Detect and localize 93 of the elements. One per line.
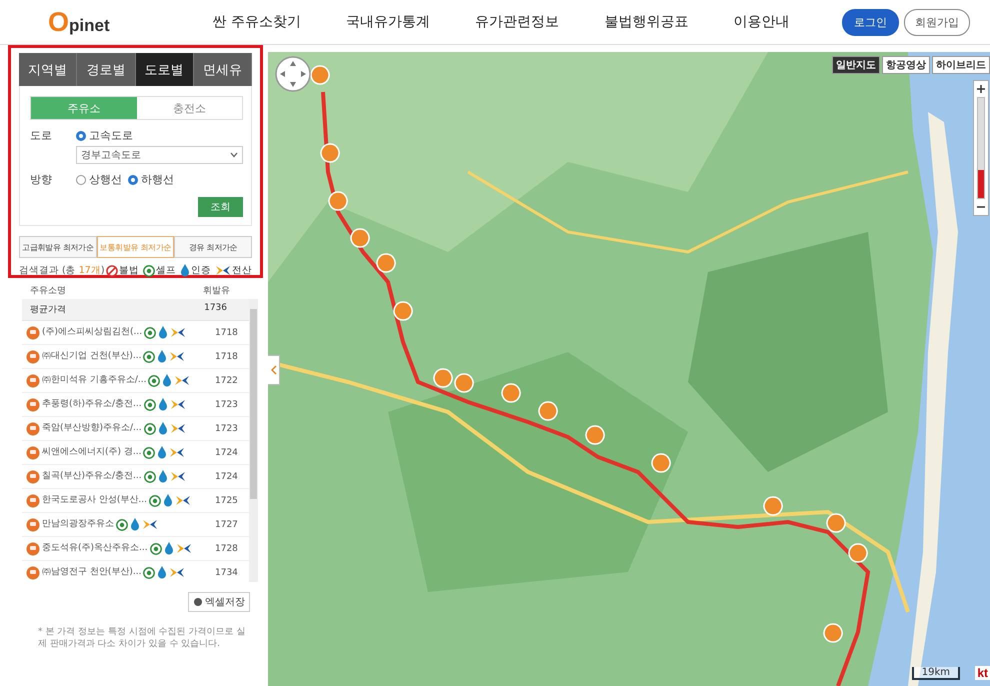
excel-save-button[interactable]: 엑셀저장 [188, 592, 250, 612]
station-row[interactable]: 한국도로공사 안성(부산... 1725 [22, 489, 249, 513]
station-logo-icon [26, 350, 40, 364]
station-row[interactable]: 죽암(부산방향)주유소/... 1723 [22, 417, 249, 441]
station-name: 중도석유(주)옥산주유소... [42, 542, 148, 555]
map-type-button[interactable]: 하이브리드 [932, 56, 990, 74]
map-type-button[interactable]: 일반지도 [832, 56, 880, 74]
station-row[interactable]: 씨앤에스에너지(주) 경... 1724 [22, 441, 249, 465]
station-logo-icon [26, 398, 40, 412]
station-name: 죽암(부산방향)주유소/... [42, 422, 142, 435]
station-row[interactable]: 추풍령(하)주유소/충전... 1723 [22, 393, 249, 417]
collapse-panel-button[interactable] [268, 355, 280, 385]
login-button[interactable]: 로그인 [842, 8, 899, 36]
station-row[interactable]: ㈜남영전구 천안(부산)... 1734 [22, 561, 249, 582]
column-header: 주유소명 [30, 285, 66, 297]
price-cell-text: 1723 [215, 424, 239, 434]
drop-icon [180, 264, 190, 277]
station-name: 추풍령(하)주유소/충전... [42, 398, 142, 411]
price-note: * 본 가격 정보는 특정 시점에 수집된 가격이므로 실제 판매가격과 다소 차이가 있을 수 있습니다. [38, 626, 246, 650]
price-cell-text: 1718 [215, 352, 239, 362]
station-row[interactable]: 만남의광장주유소 1727 [22, 513, 249, 537]
legend-label: 인증 [191, 264, 211, 277]
map-type-button[interactable]: 항공영상 [882, 56, 930, 74]
station-name: 씨앤에스에너지(주) 경... [42, 446, 142, 459]
station-name: (주)에스피씨상림김천(... [42, 326, 142, 339]
average-row: 평균가격 1736 [22, 299, 249, 321]
radio-button[interactable] [76, 130, 86, 140]
station-name: 한국도로공사 안성(부산... [42, 494, 147, 507]
chevron-down-icon [230, 152, 238, 158]
search-tab[interactable]: 면세유 [194, 53, 252, 86]
radio-label: 상행선 [89, 172, 122, 187]
price-cell-text: 1723 [215, 400, 239, 410]
scrollbar[interactable] [249, 299, 258, 582]
search-tab[interactable]: 경로별 [77, 53, 136, 86]
station-logo-icon [26, 326, 40, 340]
radio-button[interactable] [128, 174, 138, 184]
station-row[interactable]: (주)에스피씨상림김천(... 1718 [22, 321, 249, 345]
nav-link[interactable]: 이용안내 [733, 13, 790, 31]
fuel-sort-tab[interactable]: 경유 최저가순 [174, 236, 252, 258]
radio-label: 고속도로 [89, 128, 133, 143]
station-logo-icon [26, 470, 40, 484]
station-row[interactable]: ㈜한미석유 기흥주유소/... 1722 [22, 369, 249, 393]
price-cell-text: 1728 [215, 544, 239, 554]
price-cell-text: 1718 [215, 328, 239, 338]
search-tab[interactable]: 지역별 [19, 53, 78, 86]
signup-button[interactable]: 회원가입 [904, 8, 970, 36]
price-cell-text: 1727 [215, 520, 239, 530]
road-select[interactable]: 경부고속도로 [76, 146, 243, 164]
station-logo-icon [26, 518, 40, 532]
fuel-sort-tab[interactable]: 고급휘발유 최저가순 [19, 236, 97, 258]
price-cell-text: 1734 [215, 568, 239, 578]
station-row[interactable]: 칠곡(부산)주유소/충전... 1724 [22, 465, 249, 489]
search-tab[interactable]: 도로별 [136, 53, 194, 86]
direction-label: 방향 [30, 172, 53, 187]
column-header: 휘발유 [203, 285, 230, 297]
chevron-left-icon [270, 365, 276, 375]
price-cell-text: 1724 [215, 472, 239, 482]
station-row[interactable]: ㈜대신기업 건천(부산)... 1718 [22, 345, 249, 369]
self-service-icon [143, 264, 155, 276]
plus-icon [977, 85, 985, 93]
price-cell-text: 1725 [215, 496, 239, 506]
station-logo-icon [26, 494, 40, 508]
provider-logo: kt [975, 666, 990, 680]
pan-control-icon[interactable] [274, 55, 312, 93]
station-name: ㈜남영전구 천안(부산)... [42, 566, 142, 579]
station-name: 칠곡(부산)주유소/충전... [42, 470, 142, 483]
station-logo-icon [26, 542, 40, 556]
prohibited-icon [106, 264, 118, 276]
legend-label: 불법 [119, 264, 139, 277]
station-logo-icon [26, 374, 40, 388]
scale-bar: 19km [912, 667, 960, 680]
nav-link[interactable]: 싼 주유소찾기 [212, 13, 301, 31]
price-cell-text: 1722 [215, 376, 239, 386]
station-name: 만남의광장주유소 [42, 518, 114, 531]
price-cell-text: 1724 [215, 448, 239, 458]
station-row[interactable]: 중도석유(주)옥산주유소... 1728 [22, 537, 249, 561]
disk-icon [193, 597, 203, 607]
station-name: ㈜대신기업 건천(부산)... [42, 350, 142, 363]
legend-label: 전산 [232, 264, 252, 277]
station-logo-icon [26, 566, 40, 580]
station-logo-icon [26, 446, 40, 460]
result-count: 검색결과 (총 17개) [19, 264, 105, 277]
nav-link[interactable]: 국내유가통계 [346, 13, 430, 31]
nav-link[interactable]: 불법행위공표 [604, 13, 688, 31]
station-name: ㈜한미석유 기흥주유소/... [42, 374, 146, 387]
radio-label: 하행선 [141, 172, 174, 187]
road-label: 도로 [30, 128, 53, 143]
card-logo-icon [215, 265, 231, 276]
legend-label: 셀프 [156, 264, 176, 277]
nav-link[interactable]: 유가관련정보 [475, 13, 560, 31]
logo[interactable]: Opinet [0, 6, 130, 38]
station-logo-icon [26, 422, 40, 436]
radio-button[interactable] [76, 174, 86, 184]
